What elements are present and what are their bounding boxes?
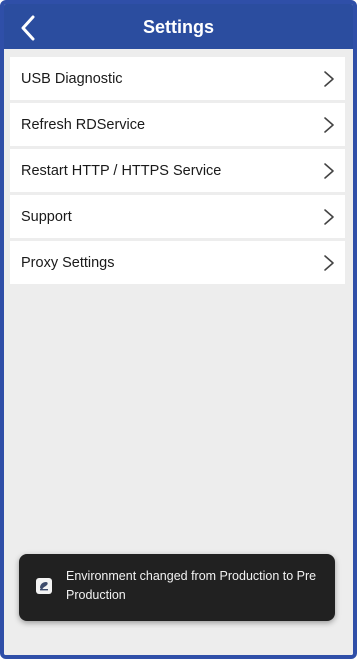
settings-item-refresh-rdservice[interactable]: Refresh RDService	[10, 103, 345, 146]
settings-item-support[interactable]: Support	[10, 195, 345, 238]
settings-item-label: Support	[21, 209, 72, 225]
app-icon	[36, 578, 52, 594]
settings-item-label: Proxy Settings	[21, 255, 115, 271]
toast-notification: Environment changed from Production to P…	[19, 554, 335, 621]
page-title: Settings	[142, 17, 214, 37]
settings-item-label: USB Diagnostic	[21, 71, 123, 87]
app-screen: Settings USB Diagnostic Refresh RDServic…	[0, 0, 357, 659]
settings-list: USB Diagnostic Refresh RDService Restart…	[10, 57, 345, 287]
chevron-right-icon	[324, 71, 334, 87]
settings-content: USB Diagnostic Refresh RDService Restart…	[4, 49, 353, 655]
toast-message: Environment changed from Production to P…	[66, 569, 317, 602]
settings-item-label: Refresh RDService	[21, 117, 146, 133]
chevron-right-icon	[324, 117, 334, 133]
chevron-left-icon	[21, 15, 35, 41]
app-bar: Settings	[4, 4, 353, 49]
settings-item-label: Restart HTTP / HTTPS Service	[21, 163, 222, 179]
settings-item-restart-http-service[interactable]: Restart HTTP / HTTPS Service	[10, 149, 345, 192]
chevron-right-icon	[324, 255, 334, 271]
settings-item-proxy-settings[interactable]: Proxy Settings	[10, 241, 345, 284]
chevron-right-icon	[324, 209, 334, 225]
settings-item-usb-diagnostic[interactable]: USB Diagnostic	[10, 57, 345, 100]
back-button[interactable]	[8, 8, 48, 48]
chevron-right-icon	[324, 163, 334, 179]
